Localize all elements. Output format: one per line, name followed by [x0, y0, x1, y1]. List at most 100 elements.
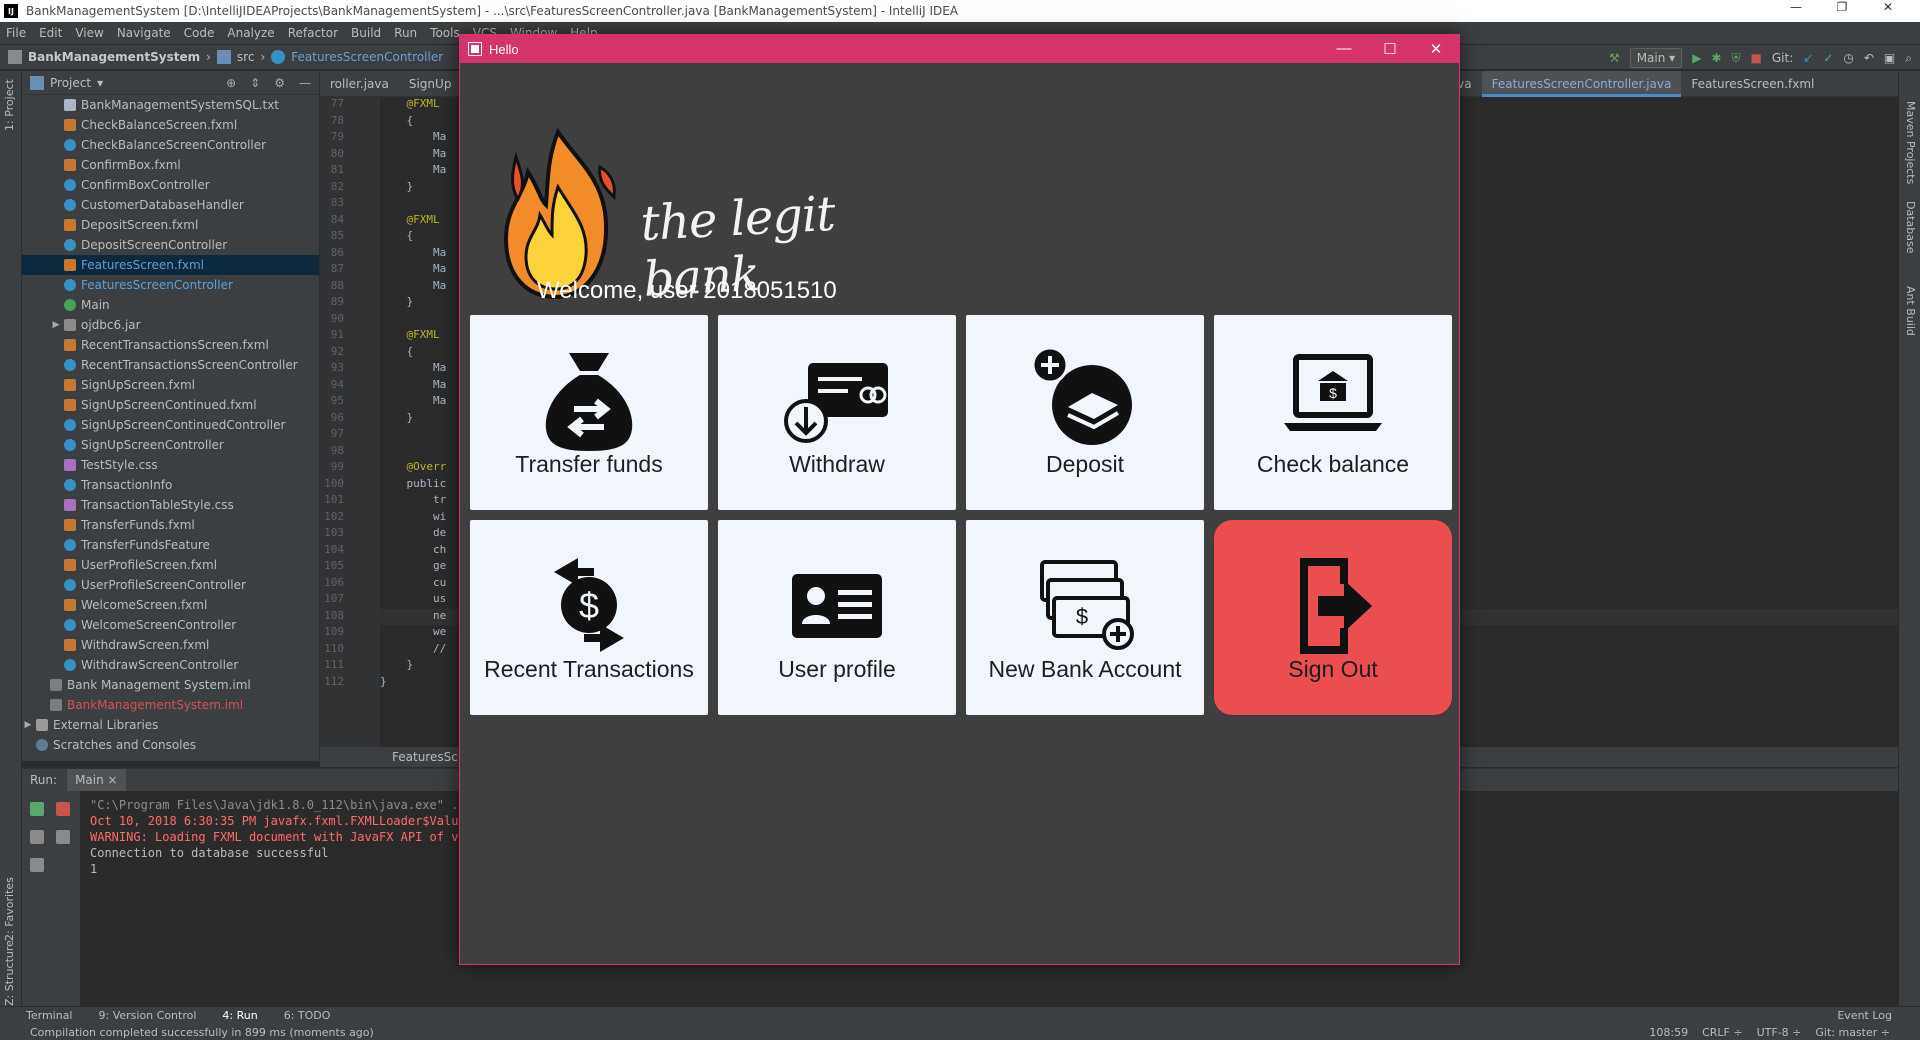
rerun-icon[interactable]	[30, 802, 44, 816]
tree-item-file[interactable]: WelcomeScreenController	[22, 615, 319, 635]
tree-item-file[interactable]: UserProfileScreen.fxml	[22, 555, 319, 575]
project-tool-tab[interactable]: 1: Project	[3, 79, 16, 131]
tab-controller-java[interactable]: roller.java	[320, 71, 399, 97]
tree-item-file[interactable]: RecentTransactionsScreenController	[22, 355, 319, 375]
run-tab-main[interactable]: Main ×	[67, 769, 126, 791]
tree-item-file[interactable]: ConfirmBox.fxml	[22, 155, 319, 175]
stop-icon[interactable]	[55, 802, 70, 816]
recent-transactions-button[interactable]: $ Recent Transactions	[470, 520, 708, 715]
menu-tools[interactable]: Tools	[430, 26, 460, 40]
encoding[interactable]: UTF-8 ÷	[1757, 1026, 1802, 1039]
maximize-icon[interactable]: ☐	[1367, 40, 1413, 58]
todo-tab[interactable]: 6: TODO	[284, 1009, 331, 1022]
user-profile-button[interactable]: User profile	[718, 520, 956, 715]
git-branch[interactable]: Git: master ÷	[1815, 1026, 1890, 1039]
tree-item-file[interactable]: CheckBalanceScreenController	[22, 135, 319, 155]
tree-item-file[interactable]: ▶ ojdbc6.jar	[22, 315, 319, 335]
breadcrumb-class[interactable]: FeaturesScreenController	[291, 50, 443, 64]
breadcrumb-src[interactable]: src	[237, 50, 255, 64]
withdraw-button[interactable]: Withdraw	[718, 315, 956, 510]
maximize-icon[interactable]: ❐	[1819, 0, 1865, 14]
tree-item-root-file[interactable]: Bank Management System.iml	[22, 675, 319, 695]
tree-item-file[interactable]: WithdrawScreenController	[22, 655, 319, 675]
line-separator[interactable]: CRLF ÷	[1702, 1026, 1743, 1039]
chevron-down-icon[interactable]: ▾	[97, 76, 103, 90]
history-icon[interactable]: ◷	[1843, 51, 1853, 65]
breadcrumb-project[interactable]: BankManagementSystem	[28, 50, 200, 64]
gear-icon[interactable]: ⚙	[274, 76, 285, 90]
tree-item-file[interactable]: DepositScreenController	[22, 235, 319, 255]
menu-run[interactable]: Run	[394, 26, 417, 40]
structure-icon[interactable]: ▣	[1884, 51, 1895, 65]
tree-item-file[interactable]: FeaturesScreen.fxml	[22, 255, 319, 275]
close-icon[interactable]: ✕	[1865, 0, 1911, 14]
stop-icon[interactable]: ■	[1751, 51, 1762, 65]
sign-out-button[interactable]: Sign Out	[1214, 520, 1452, 715]
tree-item-file[interactable]: TransactionTableStyle.css	[22, 495, 319, 515]
run-icon[interactable]: ▶	[1692, 51, 1701, 65]
tree-item-file[interactable]: FeaturesScreenController	[22, 275, 319, 295]
pause-icon[interactable]	[30, 830, 44, 844]
deposit-button[interactable]: Deposit	[966, 315, 1204, 510]
tree-item-file[interactable]: SignUpScreen.fxml	[22, 375, 319, 395]
tab-features-controller[interactable]: FeaturesScreenController.java	[1481, 70, 1682, 97]
tree-item-file[interactable]: WelcomeScreen.fxml	[22, 595, 319, 615]
expand-arrow-icon[interactable]: ▶	[22, 715, 34, 735]
cursor-position[interactable]: 108:59	[1649, 1026, 1688, 1039]
menu-edit[interactable]: Edit	[39, 26, 62, 40]
maven-tool-tab[interactable]: Maven Projects	[1904, 101, 1917, 184]
project-view-select[interactable]: Project	[50, 76, 91, 90]
collapse-icon[interactable]: ⇕	[250, 76, 260, 90]
tree-item-file[interactable]: RecentTransactionsScreen.fxml	[22, 335, 319, 355]
tree-item-file[interactable]: TransferFundsFeature	[22, 535, 319, 555]
update-icon[interactable]: ↙	[1803, 51, 1813, 65]
structure-tool-tab[interactable]: Z: Structure	[3, 940, 16, 1006]
menu-view[interactable]: View	[75, 26, 103, 40]
tree-item-file[interactable]: WithdrawScreen.fxml	[22, 635, 319, 655]
event-log-tab[interactable]: Event Log	[1837, 1009, 1892, 1022]
tab-signup[interactable]: SignUp	[399, 71, 462, 97]
tree-item-file[interactable]: TestStyle.css	[22, 455, 319, 475]
terminal-tab[interactable]: Terminal	[26, 1009, 73, 1022]
locate-icon[interactable]: ⊕	[226, 76, 236, 90]
search-icon[interactable]: ⌕	[1905, 51, 1912, 66]
minimize-icon[interactable]: —	[1773, 0, 1819, 14]
transfer-funds-button[interactable]: Transfer funds	[470, 315, 708, 510]
tree-item-scratches[interactable]: Scratches and Consoles	[22, 735, 319, 755]
coverage-icon[interactable]: ⛨	[1732, 51, 1741, 66]
new-bank-account-button[interactable]: $ New Bank Account	[966, 520, 1204, 715]
tree-item-file[interactable]: Main	[22, 295, 319, 315]
run-tab[interactable]: 4: Run	[222, 1009, 257, 1022]
ant-tool-tab[interactable]: Ant Build	[1904, 286, 1917, 336]
favorites-tool-tab[interactable]: 2: Favorites	[3, 877, 16, 941]
tree-item-file[interactable]: CustomerDatabaseHandler	[22, 195, 319, 215]
tree-item-file[interactable]: UserProfileScreenController	[22, 575, 319, 595]
camera-icon[interactable]	[55, 830, 70, 844]
commit-icon[interactable]: ✓	[1823, 51, 1833, 65]
menu-refactor[interactable]: Refactor	[288, 26, 338, 40]
tree-item-file[interactable]: ConfirmBoxController	[22, 175, 319, 195]
tree-item-file[interactable]: SignUpScreenController	[22, 435, 319, 455]
menu-code[interactable]: Code	[184, 26, 215, 40]
layout-icon[interactable]	[30, 858, 44, 872]
version-control-tab[interactable]: 9: Version Control	[99, 1009, 197, 1022]
close-icon[interactable]: ✕	[1413, 40, 1459, 58]
expand-arrow-icon[interactable]: ▶	[50, 315, 62, 335]
hide-icon[interactable]: —	[299, 76, 311, 90]
run-config-select[interactable]: Main ▾	[1629, 48, 1683, 68]
menu-navigate[interactable]: Navigate	[117, 26, 171, 40]
menu-analyze[interactable]: Analyze	[227, 26, 274, 40]
tree-item-file[interactable]: SignUpScreenContinued.fxml	[22, 395, 319, 415]
tab-features-fxml[interactable]: FeaturesScreen.fxml	[1681, 71, 1824, 97]
tree-item-file[interactable]: DepositScreen.fxml	[22, 215, 319, 235]
debug-icon[interactable]: ✱	[1711, 51, 1721, 65]
tree-item-file[interactable]: SignUpScreenContinuedController	[22, 415, 319, 435]
tree-item-file[interactable]: TransferFunds.fxml	[22, 515, 319, 535]
tree-item-file[interactable]: TransactionInfo	[22, 475, 319, 495]
check-balance-button[interactable]: $ Check balance	[1214, 315, 1452, 510]
menu-build[interactable]: Build	[351, 26, 381, 40]
hammer-icon[interactable]: ⚒	[1609, 51, 1620, 65]
tree-item-root-file[interactable]: BankManagementSystem.iml	[22, 695, 319, 715]
tree-item-file[interactable]: CheckBalanceScreen.fxml	[22, 115, 319, 135]
database-tool-tab[interactable]: Database	[1904, 201, 1917, 254]
